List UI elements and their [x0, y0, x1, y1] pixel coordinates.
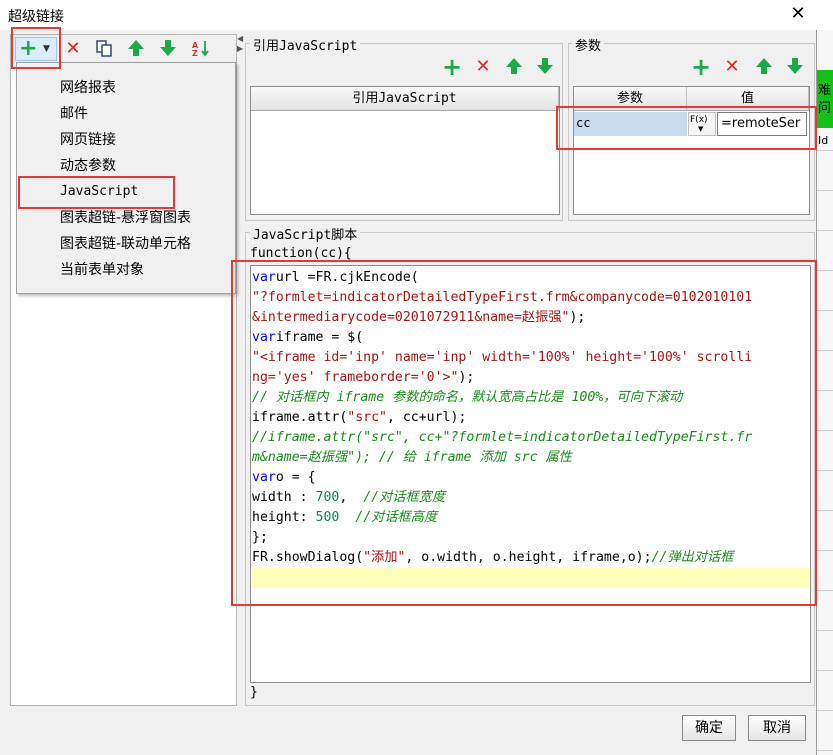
code-line: iframe.attr("src", cc+url); — [252, 410, 467, 425]
code-line: height: 500 //对话框高度 — [252, 510, 438, 525]
cancel-button[interactable]: 取消 — [748, 715, 806, 741]
menu-item-current-form-object[interactable]: 当前表单对象 — [18, 257, 234, 283]
add-param-icon[interactable]: + — [691, 55, 711, 79]
delete-icon[interactable]: ✕ — [63, 39, 83, 59]
dialog-title: 超级链接 — [8, 9, 64, 25]
background-spreadsheet: 难 问 Id — [817, 30, 833, 755]
hyperlink-dialog: 超级链接 ✕ + ▼ ✕ AZ 网络报表 邮件 网页链接 动态参数 JavaSc… — [0, 0, 817, 755]
code-line: // 对话框内 iframe 参数的命名，默认宽高占比是 100%，可向下滚动 — [252, 390, 683, 405]
move-up-ref-js-icon[interactable] — [504, 57, 524, 77]
ref-js-group-label: 引用JavaScript — [250, 35, 361, 54]
params-table[interactable]: 参数 值 cc F(x) ▼ =remoteSer — [573, 86, 810, 215]
move-up-icon[interactable] — [126, 39, 146, 59]
code-line: "<iframe id='inp' name='inp' width='100%… — [252, 350, 753, 365]
code-line: "?formlet=indicatorDetailedTypeFirst.frm… — [252, 290, 753, 305]
param-name-cell: cc — [576, 116, 591, 130]
script-group-label: JavaScript脚本 — [250, 224, 361, 243]
move-up-param-icon[interactable] — [754, 57, 774, 77]
expand-right-icon[interactable]: ▶ — [237, 44, 243, 53]
code-line: //iframe.attr("src", cc+"?formlet=indica… — [252, 430, 753, 445]
delete-param-icon[interactable]: ✕ — [722, 57, 742, 77]
function-footer: } — [250, 685, 258, 700]
param-value-text: =remoteSer — [721, 116, 801, 131]
params-group-label: 参数 — [572, 35, 605, 54]
code-line: m&name=赵振强"); // 给 iframe 添加 src 属性 — [252, 450, 572, 465]
close-icon[interactable]: ✕ — [785, 2, 811, 28]
chevron-down-icon: ▼ — [698, 125, 704, 133]
menu-item-chart-linked-cell[interactable]: 图表超链-联动单元格 — [18, 231, 234, 257]
menu-item-web-report[interactable]: 网络报表 — [18, 75, 234, 101]
collapse-left-icon[interactable]: ◀ — [237, 34, 243, 43]
script-editor[interactable]: varurl =FR.cjkEncode( "?formlet=indicator… — [250, 265, 811, 683]
param-name-header: 参数 — [574, 87, 687, 111]
code-line: width : 700, //对话框宽度 — [252, 490, 446, 505]
background-green-header — [817, 70, 833, 128]
background-cell-text: 问 — [818, 101, 832, 116]
menu-item-web-link[interactable]: 网页链接 — [18, 127, 234, 153]
svg-text:Z: Z — [192, 49, 198, 57]
copy-icon[interactable] — [94, 39, 114, 59]
ref-js-column-header: 引用JavaScript — [251, 87, 559, 111]
menu-item-javascript[interactable]: JavaScript — [18, 179, 234, 205]
add-dropdown-icon[interactable]: + ▼ — [15, 37, 57, 61]
ref-js-table[interactable]: 引用JavaScript — [250, 86, 560, 215]
sort-icon[interactable]: AZ — [191, 39, 211, 59]
background-cell-text: 难 — [818, 83, 832, 98]
move-down-ref-js-icon[interactable] — [535, 57, 555, 77]
move-down-icon[interactable] — [158, 39, 178, 59]
delete-ref-js-icon[interactable]: ✕ — [473, 57, 493, 77]
move-down-param-icon[interactable] — [785, 57, 805, 77]
menu-item-chart-float[interactable]: 图表超链-悬浮窗图表 — [18, 205, 234, 231]
code-line: varurl =FR.cjkEncode( — [252, 270, 419, 285]
menu-item-email[interactable]: 邮件 — [18, 101, 234, 127]
function-header: function(cc){ — [250, 246, 352, 261]
code-line: ng='yes' frameborder='0'>"); — [252, 370, 475, 385]
menu-item-dynamic-param[interactable]: 动态参数 — [18, 153, 234, 179]
formula-button[interactable]: F(x) ▼ — [688, 112, 716, 136]
code-line: }; — [252, 530, 268, 545]
code-line: varo = { — [252, 470, 316, 485]
add-ref-js-icon[interactable]: + — [442, 55, 462, 79]
code-line: &intermediarycode=0201072911&name=赵振强"); — [252, 310, 586, 325]
link-type-menu: 网络报表 邮件 网页链接 动态参数 JavaScript 图表超链-悬浮窗图表 … — [16, 62, 236, 294]
param-value-field[interactable]: =remoteSer — [717, 112, 807, 136]
code-line: variframe = $( — [252, 330, 364, 345]
title-bar: 超级链接 ✕ — [0, 0, 817, 30]
param-value-header: 值 — [687, 87, 809, 111]
panel-splitter[interactable]: ◀ ▶ — [237, 34, 243, 706]
formula-fx-label: F(x) — [690, 115, 708, 125]
current-line-highlight — [252, 568, 809, 588]
param-row[interactable]: cc — [574, 112, 687, 136]
background-cell-text: Id — [818, 134, 829, 147]
code-line: FR.showDialog("添加", o.width, o.height, i… — [252, 550, 734, 565]
ok-button[interactable]: 确定 — [682, 715, 736, 741]
left-toolbar: + ▼ ✕ AZ — [11, 35, 236, 63]
